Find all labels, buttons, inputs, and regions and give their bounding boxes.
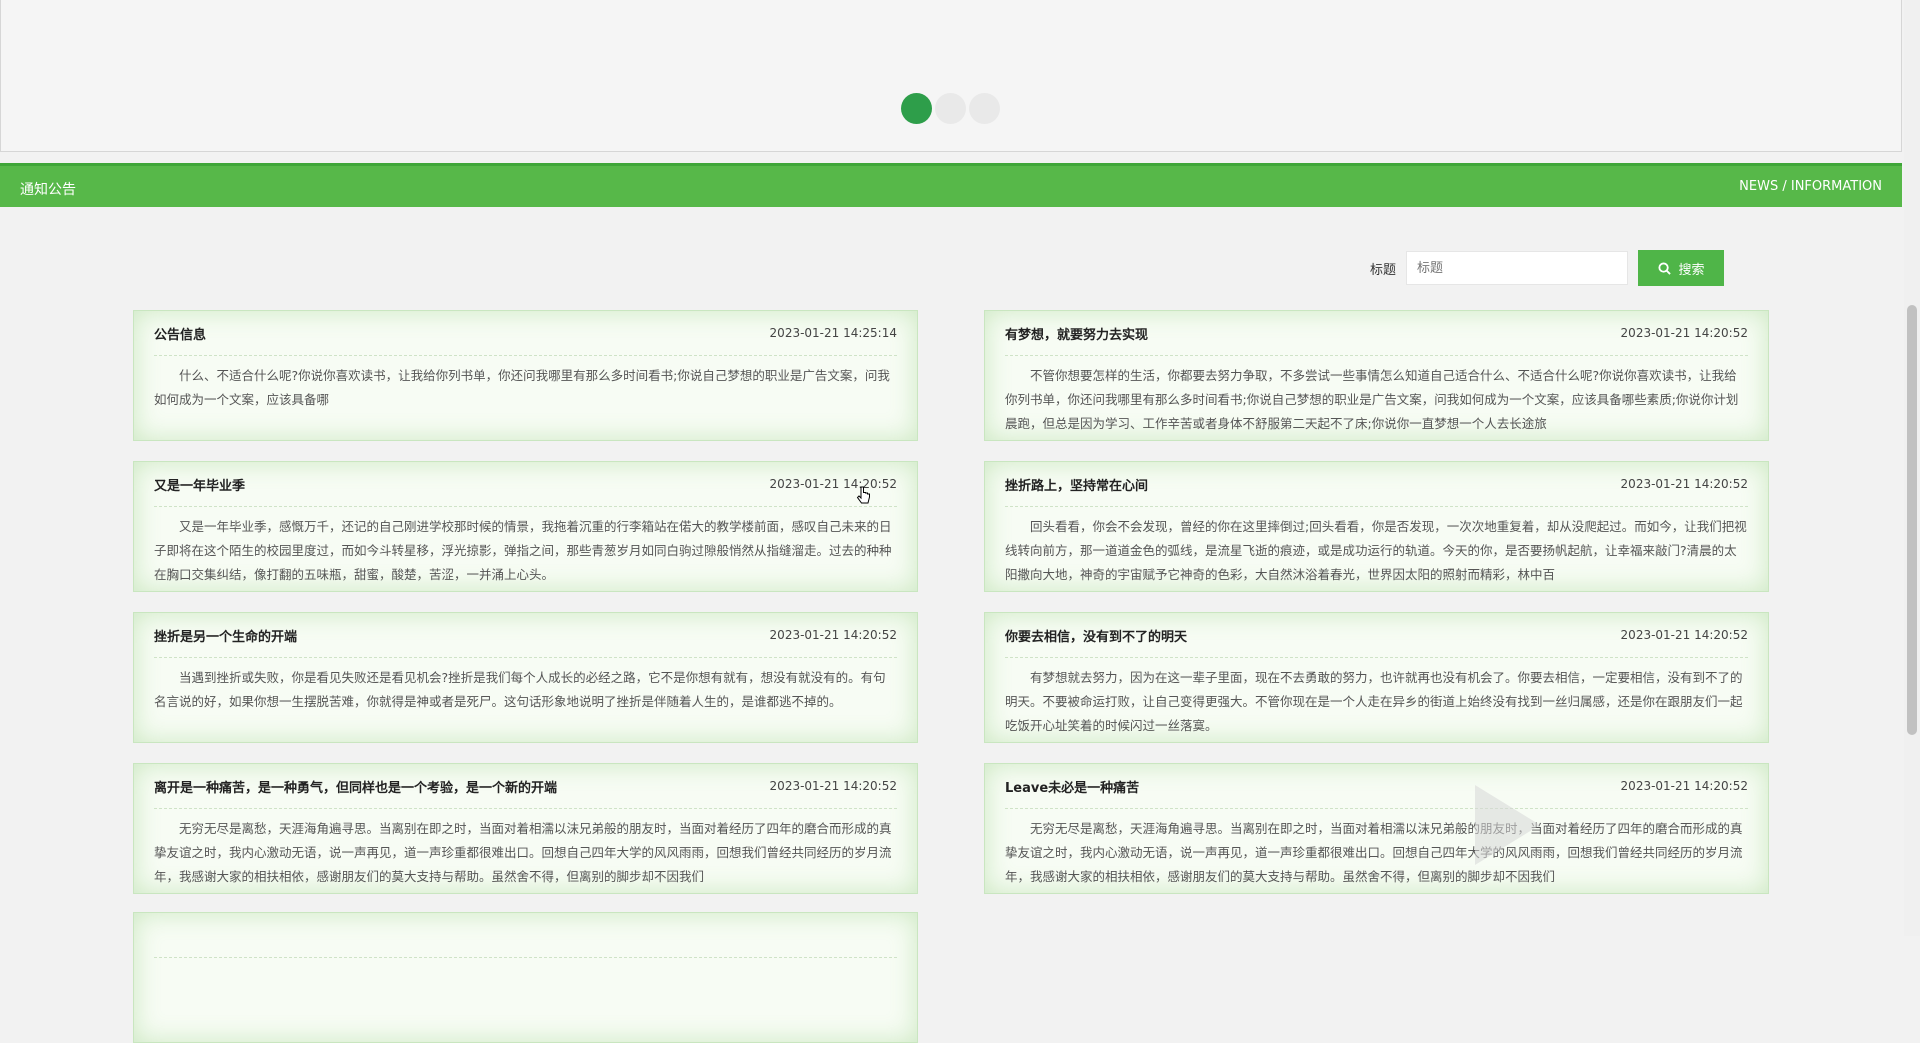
card-title[interactable]: 有梦想，就要努力去实现 [1005,324,1148,343]
carousel-indicators [901,93,1000,124]
card-title[interactable]: Leave未必是一种痛苦 [1005,777,1139,796]
card-time: 2023-01-21 14:20:52 [1620,326,1748,340]
card-summary: 有梦想就去努力，因为在这一辈子里面，现在不去勇敢的努力，也许就再也没有机会了。你… [1005,670,1743,733]
play-watermark-icon [1475,785,1540,865]
news-card[interactable]: 又是一年毕业季 2023-01-21 14:20:52 又是一年毕业季，感慨万千，… [133,461,918,592]
card-time: 2023-01-21 14:20:52 [1620,477,1748,491]
news-card[interactable]: 离开是一种痛苦，是一种勇气，但同样也是一个考验，是一个新的开端 2023-01-2… [133,763,918,894]
carousel-dot-2[interactable] [935,93,966,124]
mouse-pointer-icon [856,486,870,504]
card-time: 2023-01-21 14:20:52 [769,779,897,793]
news-card[interactable]: 公告信息 2023-01-21 14:25:14 什么、不适合什么呢?你说你喜欢读… [133,310,918,441]
card-time: 2023-01-21 14:25:14 [769,326,897,340]
card-time: 2023-01-21 14:20:52 [769,628,897,642]
news-card[interactable] [133,912,918,1043]
card-title[interactable]: 你要去相信，没有到不了的明天 [1005,626,1187,645]
section-subtitle: NEWS / INFORMATION [1739,179,1882,194]
card-summary: 什么、不适合什么呢?你说你喜欢读书，让我给你列书单，你还问我哪里有那么多时间看书… [154,368,890,407]
card-title[interactable]: 挫折路上，坚持常在心间 [1005,475,1148,494]
page-scrollbar[interactable] [1904,0,1920,936]
search-button-label: 搜索 [1678,262,1705,278]
search-bar: 标题 搜索 [1370,250,1725,286]
card-time: 2023-01-21 14:20:52 [1620,779,1748,793]
card-title[interactable]: 挫折是另一个生命的开端 [154,626,297,645]
section-title: 通知公告 [20,182,76,198]
news-section-header: 通知公告 NEWS / INFORMATION [0,163,1902,207]
search-input[interactable] [1406,251,1629,285]
news-card[interactable]: 有梦想，就要努力去实现 2023-01-21 14:20:52 不管你想要怎样的生… [984,310,1769,441]
card-summary: 回头看看，你会不会发现，曾经的你在这里摔倒过;回头看看，你是否发现，一次次地重复… [1005,519,1747,582]
scrollbar-thumb[interactable] [1907,305,1917,735]
card-title[interactable]: 离开是一种痛苦，是一种勇气，但同样也是一个考验，是一个新的开端 [154,777,557,796]
card-summary: 又是一年毕业季，感慨万千，还记的自己刚进学校那时候的情景，我拖着沉重的行李箱站在… [154,519,892,582]
card-summary: 无穷无尽是离愁，天涯海角遍寻思。当离别在即之时，当面对着相濡以沫兄弟般的朋友时，… [154,821,892,884]
card-summary: 不管你想要怎样的生活，你都要去努力争取，不多尝试一些事情怎么知道自己适合什么、不… [1005,368,1739,431]
news-card[interactable]: Leave未必是一种痛苦 2023-01-21 14:20:52 无穷无尽是离愁，… [984,763,1769,894]
news-card[interactable]: 挫折路上，坚持常在心间 2023-01-21 14:20:52 回头看看，你会不会… [984,461,1769,592]
card-time: 2023-01-21 14:20:52 [1620,628,1748,642]
search-label: 标题 [1370,262,1397,278]
carousel-dot-1[interactable] [901,93,932,124]
banner-carousel [0,0,1902,152]
carousel-dot-3[interactable] [969,93,1000,124]
card-summary: 无穷无尽是离愁，天涯海角遍寻思。当离别在即之时，当面对着相濡以沫兄弟般的朋友时，… [1005,821,1743,884]
news-card[interactable]: 挫折是另一个生命的开端 2023-01-21 14:20:52 当遇到挫折或失败，… [133,612,918,743]
card-time: 2023-01-21 14:20:52 [769,477,897,491]
search-button[interactable]: 搜索 [1638,250,1725,286]
news-card[interactable]: 你要去相信，没有到不了的明天 2023-01-21 14:20:52 有梦想就去努… [984,612,1769,743]
search-icon [1657,261,1671,275]
card-title[interactable]: 公告信息 [154,324,206,343]
card-summary: 当遇到挫折或失败，你是看见失败还是看见机会?挫折是我们每个人成长的必经之路，它不… [154,670,886,709]
card-title[interactable]: 又是一年毕业季 [154,475,245,494]
